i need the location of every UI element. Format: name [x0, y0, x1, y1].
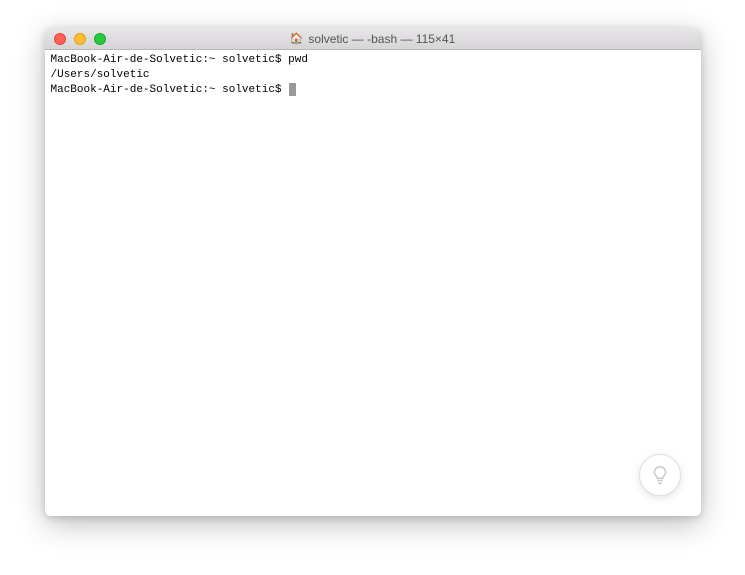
lightbulb-icon: [649, 464, 671, 486]
terminal-line: /Users/solvetic: [51, 68, 695, 83]
traffic-lights: [45, 33, 106, 45]
prompt-text: MacBook-Air-de-Solvetic:~ solvetic$: [51, 84, 289, 96]
terminal-line: MacBook-Air-de-Solvetic:~ solvetic$ pwd: [51, 53, 695, 68]
cursor: [289, 83, 296, 96]
help-bubble[interactable]: [639, 454, 681, 496]
window-title: 🏠 solvetic — -bash — 115×41: [45, 32, 701, 46]
titlebar[interactable]: 🏠 solvetic — -bash — 115×41: [45, 28, 701, 50]
command-text: pwd: [288, 54, 308, 66]
terminal-body[interactable]: MacBook-Air-de-Solvetic:~ solvetic$ pwd …: [45, 50, 701, 516]
minimize-button[interactable]: [74, 33, 86, 45]
maximize-button[interactable]: [94, 33, 106, 45]
terminal-window: 🏠 solvetic — -bash — 115×41 MacBook-Air-…: [45, 28, 701, 516]
terminal-line: MacBook-Air-de-Solvetic:~ solvetic$: [51, 83, 695, 98]
output-text: /Users/solvetic: [51, 69, 150, 81]
close-button[interactable]: [54, 33, 66, 45]
home-icon: 🏠: [290, 32, 304, 45]
prompt-text: MacBook-Air-de-Solvetic:~ solvetic$: [51, 54, 289, 66]
window-title-text: solvetic — -bash — 115×41: [308, 32, 455, 46]
